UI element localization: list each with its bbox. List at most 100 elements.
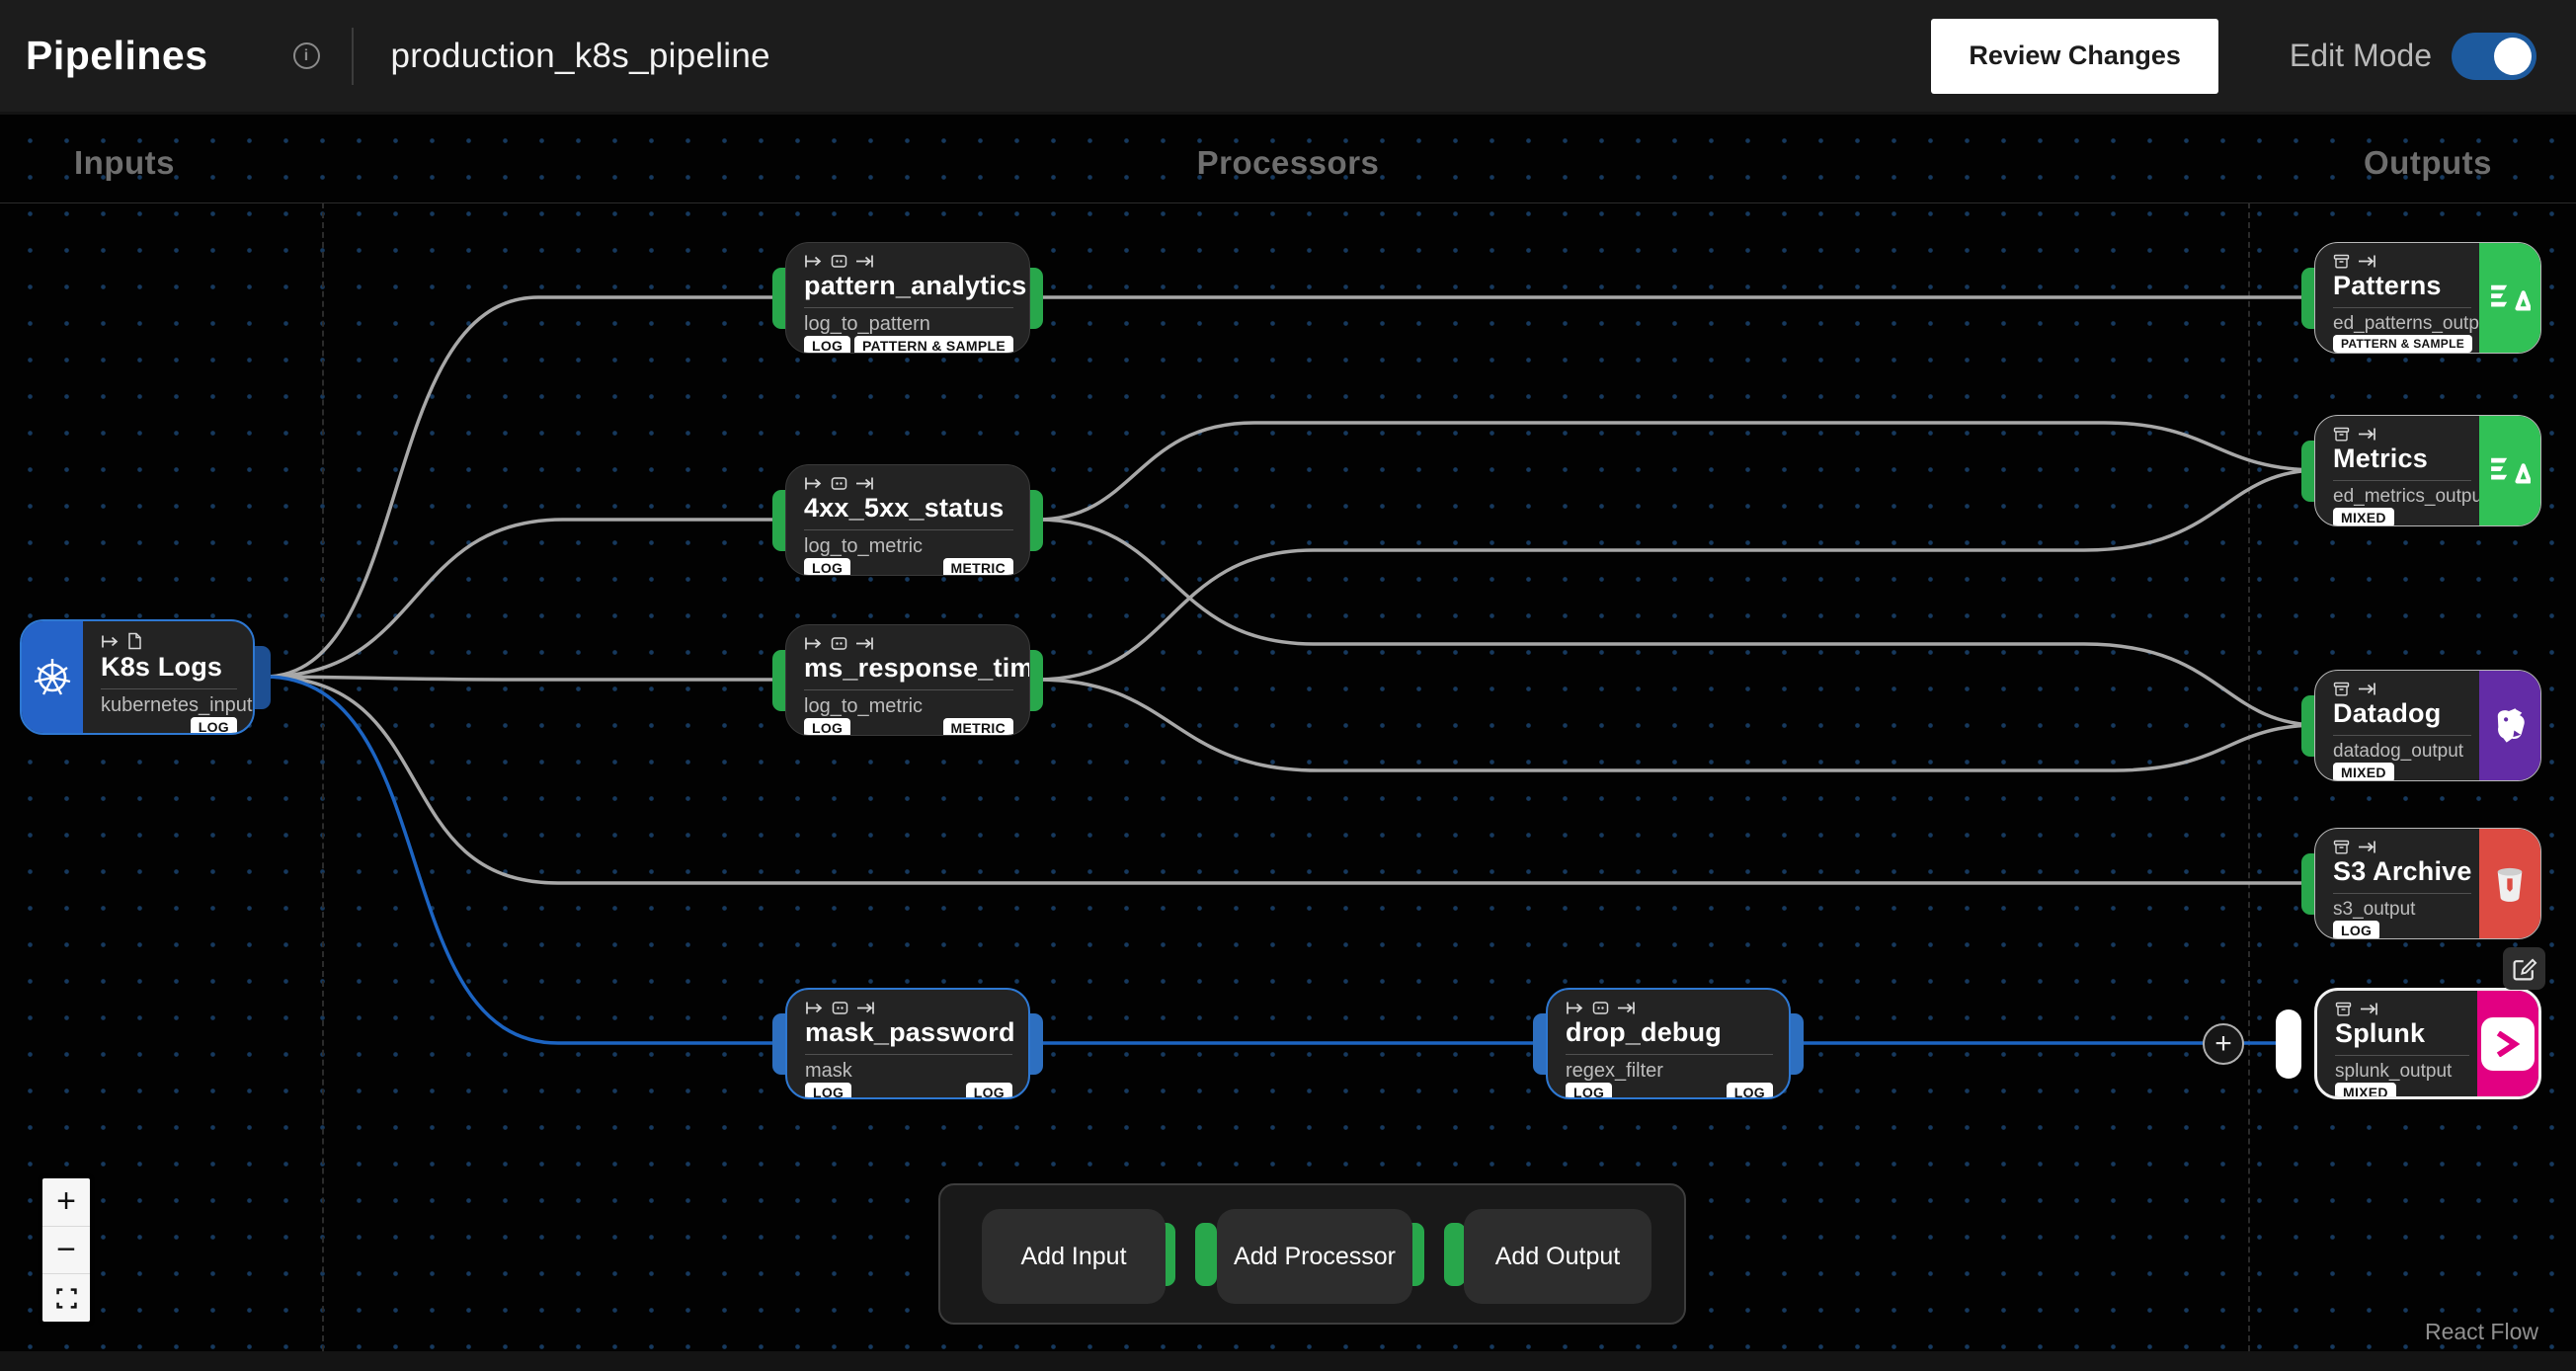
target-handle [1444,1223,1466,1286]
input-type-badge: LOG [1566,1083,1612,1099]
document-icon [127,632,142,650]
header-divider [352,28,354,85]
edge-k8s-to-pattern-analytics[interactable] [265,297,790,677]
node-title: S3 Archive [2333,856,2471,887]
target-handle [1195,1223,1217,1286]
node-subtitle: kubernetes_input [101,694,237,717]
archive-box-icon [2333,427,2350,442]
node-title: drop_debug [1566,1017,1773,1048]
transform-chip-icon [831,476,847,491]
input-type-badge: LOG [2333,921,2379,939]
node-processor-drop-debug[interactable]: drop_debug regex_filter LOG LOG [1546,988,1791,1099]
input-type-badge: LOG [805,1083,851,1099]
edge-k8s-to-ms-response-time[interactable] [265,677,790,680]
input-type-badge: LOG [804,558,850,576]
node-subtitle: ed_patterns_output [2333,313,2471,335]
arrow-to-bar-icon [856,1001,875,1015]
review-changes-button[interactable]: Review Changes [1931,19,2218,94]
node-processor-4xx-5xx-status[interactable]: 4xx_5xx_status log_to_metric LOG METRIC [785,464,1030,576]
node-divider [2333,893,2471,894]
target-handle[interactable] [2276,1009,2301,1079]
node-title: pattern_analytics [804,271,1013,301]
edges-layer [0,115,2576,1351]
input-type-badge: PATTERN & SAMPLE [2333,335,2472,353]
node-title: 4xx_5xx_status [804,493,1013,524]
fit-view-icon [56,1288,77,1309]
toggle-knob [2494,38,2532,75]
info-icon[interactable]: i [293,42,320,69]
arrow-from-bar-icon [804,254,823,269]
add-input-button[interactable]: Add Input [982,1209,1166,1304]
node-processor-mask-password[interactable]: mask_password mask LOG LOG [785,988,1030,1099]
node-divider [804,529,1013,530]
node-divider [804,307,1013,308]
arrow-from-bar-icon [804,476,823,491]
edge-4xx-to-metrics[interactable] [1037,423,2319,520]
node-title: Patterns [2333,271,2471,301]
add-output-button[interactable]: Add Output [1464,1209,1651,1304]
node-output-splunk[interactable]: Splunk splunk_output MIXED [2314,988,2541,1099]
arrow-from-bar-icon [1566,1001,1584,1015]
pipeline-name[interactable]: production_k8s_pipeline [391,37,770,76]
node-divider [1566,1054,1773,1055]
node-title: mask_password [805,1017,1012,1048]
edgedelta-logo-icon [2479,243,2540,353]
arrow-to-bar-icon [855,254,874,269]
add-node-on-edge-button[interactable]: + [2203,1023,2244,1065]
node-title: Metrics [2333,444,2471,474]
fit-view-button[interactable] [42,1274,90,1322]
node-subtitle: splunk_output [2335,1061,2469,1083]
node-subtitle: log_to_metric [804,695,1013,718]
node-subtitle: ed_metrics_output [2333,486,2471,508]
arrow-from-bar-icon [804,636,823,651]
node-divider [101,688,237,689]
node-subtitle: regex_filter [1566,1060,1773,1083]
node-subtitle: mask [805,1060,1012,1083]
edge-ms-to-datadog[interactable] [1037,680,2319,770]
node-subtitle: datadog_output [2333,741,2471,763]
output-type-badge: LOG [1727,1083,1773,1099]
node-input-k8s-logs[interactable]: K8s Logs kubernetes_input LOG [20,619,255,735]
top-bar: Pipelines i production_k8s_pipeline Revi… [0,0,2576,112]
node-title: K8s Logs [101,652,237,683]
node-output-s3-archive[interactable]: S3 Archive s3_output LOG [2314,828,2541,939]
arrow-to-bar-icon [2360,1002,2378,1016]
edge-k8s-to-s3-archive[interactable] [265,677,2319,883]
page-title: Pipelines [26,33,208,79]
zoom-in-button[interactable]: + [42,1178,90,1227]
archive-box-icon [2333,254,2350,269]
arrow-to-bar-icon [2358,682,2376,696]
node-subtitle: s3_output [2333,899,2471,921]
output-type-badge: METRIC [943,558,1013,576]
node-title: Splunk [2335,1018,2469,1049]
data-type-badge: LOG [191,717,237,735]
arrow-to-bar-icon [855,636,874,651]
node-processor-pattern-analytics[interactable]: pattern_analytics log_to_pattern LOG PAT… [785,242,1030,354]
node-output-patterns[interactable]: Patterns ed_patterns_output PATTERN & SA… [2314,242,2541,354]
node-output-metrics[interactable]: Metrics ed_metrics_output MIXED [2314,415,2541,526]
transform-chip-icon [1592,1001,1609,1015]
edge-k8s-to-4xx-5xx-status[interactable] [265,520,790,677]
edit-mode-toggle[interactable] [2452,33,2536,80]
react-flow-attribution[interactable]: React Flow [2425,1319,2538,1345]
pipeline-canvas[interactable]: Inputs Processors Outputs [0,115,2576,1351]
edit-mode-label: Edit Mode [2290,38,2432,74]
node-title: Datadog [2333,698,2471,729]
arrow-to-bar-icon [2358,840,2376,854]
s3-bucket-icon [2479,829,2540,938]
zoom-out-button[interactable]: − [42,1227,90,1275]
edit-node-button[interactable] [2503,947,2545,990]
node-divider [804,689,1013,690]
zoom-controls: + − [42,1178,90,1322]
output-type-badge: LOG [966,1083,1012,1099]
node-subtitle: log_to_pattern [804,313,1013,336]
archive-box-icon [2335,1002,2352,1016]
add-processor-button[interactable]: Add Processor [1217,1209,1412,1304]
edge-k8s-to-mask-password[interactable] [265,677,790,1043]
node-output-datadog[interactable]: Datadog datadog_output MIXED [2314,670,2541,781]
node-divider [2333,480,2471,481]
transform-chip-icon [831,254,847,269]
archive-box-icon [2333,840,2350,854]
arrow-to-bar-icon [855,476,874,491]
node-processor-ms-response-time[interactable]: ms_response_time log_to_metric LOG METRI… [785,624,1030,736]
